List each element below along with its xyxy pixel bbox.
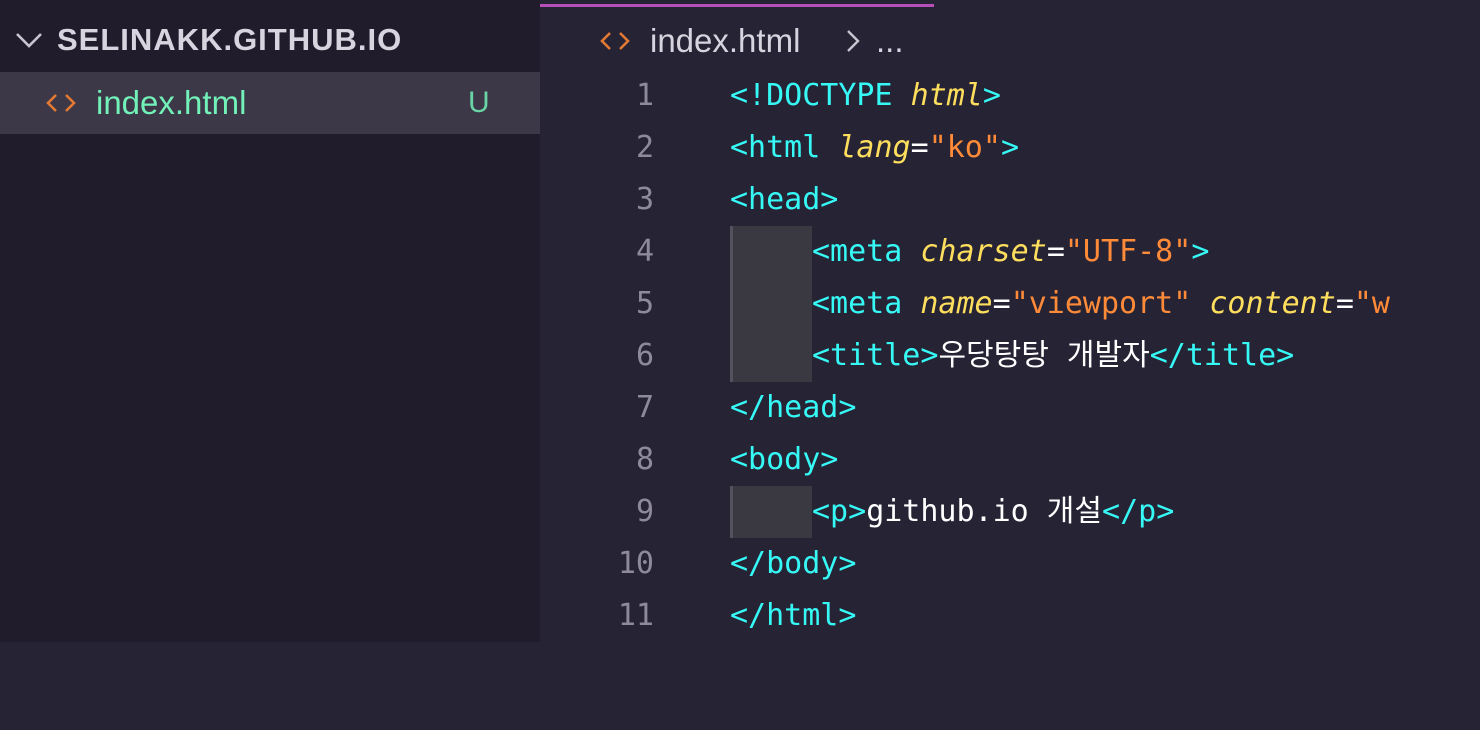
- line-number: 7: [635, 390, 654, 425]
- code-line-4: 4 <meta charset="UTF-8">: [540, 226, 1480, 278]
- line-number: 6: [635, 338, 654, 373]
- code-text: <meta name="viewport" content="w: [812, 286, 1390, 321]
- code-text: <head>: [730, 182, 839, 217]
- code-line-11: 11 </html>: [540, 590, 1480, 642]
- html-file-icon: [46, 94, 76, 112]
- file-name: index.html: [96, 84, 247, 121]
- explorer-sidebar: SELINAKK.GITHUB.IO index.html U: [0, 0, 540, 642]
- line-number: 10: [617, 546, 654, 581]
- code-editor[interactable]: index.html ... 1 <!DOCTYPE html> 2 <html…: [540, 0, 1480, 642]
- indent-guide: [730, 330, 812, 382]
- code-text: </body>: [730, 546, 857, 581]
- explorer-folder-header[interactable]: SELINAKK.GITHUB.IO: [0, 12, 540, 68]
- code-text: <body>: [730, 442, 839, 477]
- code-line-10: 10 </body>: [540, 538, 1480, 590]
- code-line-7: 7 </head>: [540, 382, 1480, 434]
- code-text: </head>: [730, 390, 857, 425]
- folder-title: SELINAKK.GITHUB.IO: [57, 22, 403, 57]
- code-line-9: 9 <p>github.io 개설</p>: [540, 486, 1480, 538]
- code-line-1: 1 <!DOCTYPE html>: [540, 70, 1480, 122]
- indent-guide: [730, 226, 812, 278]
- line-number: 4: [635, 234, 654, 269]
- line-number: 1: [635, 78, 654, 113]
- indent-guide: [730, 278, 812, 330]
- line-number: 3: [635, 182, 654, 217]
- line-number: 8: [635, 442, 654, 477]
- code-text: </html>: [730, 598, 857, 633]
- code-line-3: 3 <head>: [540, 174, 1480, 226]
- line-number: 9: [635, 494, 654, 529]
- breadcrumb: index.html ...: [540, 14, 1480, 68]
- code-text: <p>github.io 개설</p>: [812, 494, 1175, 529]
- code-line-6: 6 <title>우당탕탕 개발자</title>: [540, 330, 1480, 382]
- code-line-2: 2 <html lang="ko">: [540, 122, 1480, 174]
- line-number: 2: [635, 130, 654, 165]
- git-untracked-badge: U: [468, 86, 490, 119]
- active-tab-indicator: [540, 4, 934, 7]
- code-line-5: 5 <meta name="viewport" content="w: [540, 278, 1480, 330]
- chevron-right-icon: [847, 30, 860, 52]
- code-text: <title>우당탕탕 개발자</title>: [812, 338, 1295, 373]
- line-number: 11: [617, 598, 654, 633]
- explorer-file-item[interactable]: index.html U: [0, 72, 540, 134]
- indent-guide: [730, 486, 812, 538]
- breadcrumb-symbols[interactable]: ...: [876, 14, 904, 68]
- chevron-down-icon[interactable]: [14, 28, 44, 52]
- code-text: <html lang="ko">: [730, 130, 1019, 165]
- code-line-8: 8 <body>: [540, 434, 1480, 486]
- code-text: <!DOCTYPE html>: [730, 78, 1001, 113]
- breadcrumb-file[interactable]: index.html: [650, 14, 800, 68]
- code-text: <meta charset="UTF-8">: [812, 234, 1210, 269]
- html-file-icon: [600, 32, 630, 50]
- code-area[interactable]: 1 <!DOCTYPE html> 2 <html lang="ko"> 3 <…: [540, 70, 1480, 642]
- line-number: 5: [635, 286, 654, 321]
